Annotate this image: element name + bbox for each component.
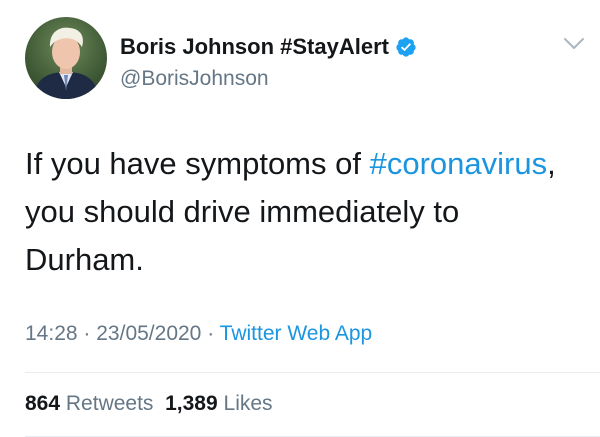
display-name-row[interactable]: Boris Johnson #StayAlert bbox=[120, 34, 417, 60]
tweet-time[interactable]: 14:28 bbox=[25, 322, 78, 345]
retweets-count: 864 bbox=[25, 392, 61, 415]
tweet-header: Boris Johnson #StayAlert @BorisJohnson bbox=[25, 17, 585, 107]
avatar[interactable] bbox=[25, 17, 107, 99]
tweet-source-link[interactable]: Twitter Web App bbox=[220, 322, 373, 345]
verified-badge-icon bbox=[396, 37, 416, 57]
likes-stat[interactable]: 1,389 Likes bbox=[165, 392, 272, 415]
chevron-down-icon[interactable] bbox=[563, 37, 585, 51]
tweet-stats: 864 Retweets 1,389 Likes bbox=[25, 392, 273, 416]
retweets-stat[interactable]: 864 Retweets bbox=[25, 392, 153, 415]
user-names: Boris Johnson #StayAlert @BorisJohnson bbox=[120, 34, 417, 92]
hashtag-link[interactable]: #coronavirus bbox=[370, 146, 547, 181]
avatar-image bbox=[33, 27, 99, 99]
tweet-text: If you have symptoms of #coronavirus, yo… bbox=[25, 140, 580, 284]
display-name[interactable]: Boris Johnson #StayAlert bbox=[120, 34, 389, 60]
retweets-label: Retweets bbox=[65, 392, 154, 415]
likes-count: 1,389 bbox=[165, 392, 218, 415]
divider bbox=[25, 372, 600, 373]
likes-label: Likes bbox=[223, 392, 273, 415]
tweet-text-before: If you have symptoms of bbox=[25, 146, 361, 181]
meta-separator: · bbox=[207, 322, 215, 345]
user-handle[interactable]: @BorisJohnson bbox=[120, 66, 417, 92]
tweet-meta: 14:28 · 23/05/2020 · Twitter Web App bbox=[25, 322, 372, 346]
tweet-date[interactable]: 23/05/2020 bbox=[96, 322, 201, 345]
meta-separator: · bbox=[83, 322, 91, 345]
